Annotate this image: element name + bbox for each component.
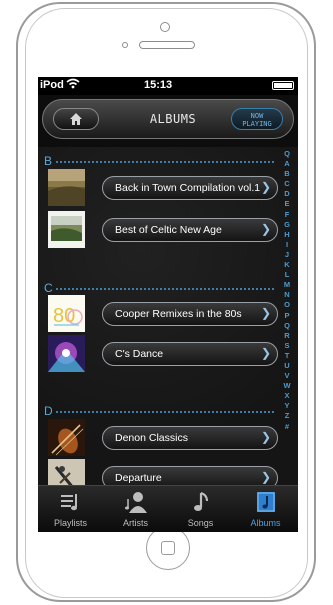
index-letter[interactable]: J <box>280 250 294 260</box>
album-cover-cs-dance[interactable] <box>48 335 85 372</box>
index-letter[interactable]: U <box>280 361 294 371</box>
tab-label: Playlists <box>53 518 87 528</box>
album-title: Denon Classics <box>115 432 188 444</box>
index-letter[interactable]: G <box>280 220 294 230</box>
section-divider <box>56 411 274 413</box>
index-letter[interactable]: I <box>280 240 294 250</box>
index-letter[interactable]: T <box>280 351 294 361</box>
album-title: Departure <box>115 472 162 484</box>
tab-songs[interactable]: Songs <box>168 488 233 532</box>
album-title: C's Dance <box>115 348 164 360</box>
tab-bar: Playlists Artists Songs Albums <box>38 485 298 532</box>
index-letter[interactable]: L <box>280 270 294 280</box>
index-letter[interactable]: E <box>280 199 294 209</box>
navigation-bar: ALBUMS NOW PLAYING <box>42 99 294 139</box>
battery-icon <box>272 81 294 90</box>
section-header-c: C <box>44 281 53 295</box>
index-letter[interactable]: Q <box>280 321 294 331</box>
album-cover-back-in-town[interactable] <box>48 169 85 206</box>
index-letter[interactable]: # <box>280 422 294 432</box>
index-letter[interactable]: K <box>280 260 294 270</box>
album-title: Cooper Remixes in the 80s <box>115 308 242 320</box>
index-letter[interactable]: X <box>280 391 294 401</box>
chevron-right-icon: ❯ <box>260 180 271 194</box>
album-title: Best of Celtic New Age <box>115 224 222 236</box>
alphabet-index[interactable]: Q A B C D E F G H I J K L M N O P Q R S … <box>280 149 294 432</box>
playlists-icon <box>61 494 77 511</box>
album-cover-denon-classics[interactable] <box>48 419 85 456</box>
tab-label: Songs <box>187 518 214 528</box>
index-letter[interactable]: W <box>280 381 294 391</box>
index-letter[interactable]: P <box>280 311 294 321</box>
tab-label: Albums <box>250 518 281 528</box>
index-letter[interactable]: R <box>280 331 294 341</box>
index-letter[interactable]: S <box>280 341 294 351</box>
tab-playlists[interactable]: Playlists <box>38 488 103 532</box>
album-list[interactable]: B Back in Town Compilation vol.1 ❯ Best … <box>38 147 298 496</box>
now-playing-line1: NOW <box>250 112 264 120</box>
tab-albums[interactable]: Albums <box>233 488 298 532</box>
index-letter[interactable]: Q <box>280 149 294 159</box>
songs-icon <box>194 492 208 511</box>
status-time: 15:13 <box>144 79 173 91</box>
hardware-home-button[interactable] <box>146 526 190 570</box>
status-bar: iPod 15:13 <box>38 77 298 95</box>
album-title: Back in Town Compilation vol.1 <box>115 182 261 194</box>
section-header-b: B <box>44 154 53 168</box>
index-letter[interactable]: F <box>280 210 294 220</box>
screen: iPod 15:13 ALBUMS NOW PLAYING B Back in … <box>38 77 298 532</box>
index-letter[interactable]: O <box>280 300 294 310</box>
chevron-right-icon: ❯ <box>260 470 271 484</box>
chevron-right-icon: ❯ <box>260 306 271 320</box>
chevron-right-icon: ❯ <box>260 430 271 444</box>
proximity-sensor <box>122 42 128 48</box>
chevron-right-icon: ❯ <box>260 346 271 360</box>
index-letter[interactable]: A <box>280 159 294 169</box>
artists-icon <box>125 492 147 513</box>
earpiece-speaker <box>139 41 195 49</box>
index-letter[interactable]: Z <box>280 411 294 421</box>
page-title: ALBUMS <box>149 112 197 126</box>
index-letter[interactable]: N <box>280 290 294 300</box>
album-item[interactable]: C's Dance ❯ <box>102 342 278 366</box>
section-divider <box>56 288 274 290</box>
albums-icon <box>257 492 275 512</box>
now-playing-line2: PLAYING <box>242 120 272 128</box>
house-icon <box>70 113 82 125</box>
index-letter[interactable]: C <box>280 179 294 189</box>
album-item[interactable]: Cooper Remixes in the 80s ❯ <box>102 302 278 326</box>
index-letter[interactable]: H <box>280 230 294 240</box>
album-item[interactable]: Best of Celtic New Age ❯ <box>102 218 278 242</box>
index-letter[interactable]: Y <box>280 401 294 411</box>
section-header-d: D <box>44 404 53 418</box>
index-letter[interactable]: V <box>280 371 294 381</box>
home-nav-button[interactable] <box>53 108 99 130</box>
front-camera <box>160 22 170 32</box>
album-cover-celtic[interactable] <box>48 211 85 248</box>
index-letter[interactable]: B <box>280 169 294 179</box>
tab-artists[interactable]: Artists <box>103 488 168 532</box>
tab-label: Artists <box>122 518 148 528</box>
index-letter[interactable]: D <box>280 189 294 199</box>
chevron-right-icon: ❯ <box>260 222 271 236</box>
album-cover-cooper-remixes[interactable]: 80 <box>48 295 85 332</box>
wifi-icon <box>66 78 80 92</box>
section-divider <box>56 161 274 163</box>
carrier-label: iPod <box>40 79 64 91</box>
index-letter[interactable]: M <box>280 280 294 290</box>
album-item[interactable]: Denon Classics ❯ <box>102 426 278 450</box>
home-square-icon <box>161 541 175 555</box>
now-playing-button[interactable]: NOW PLAYING <box>231 108 283 130</box>
album-item[interactable]: Back in Town Compilation vol.1 ❯ <box>102 176 278 200</box>
